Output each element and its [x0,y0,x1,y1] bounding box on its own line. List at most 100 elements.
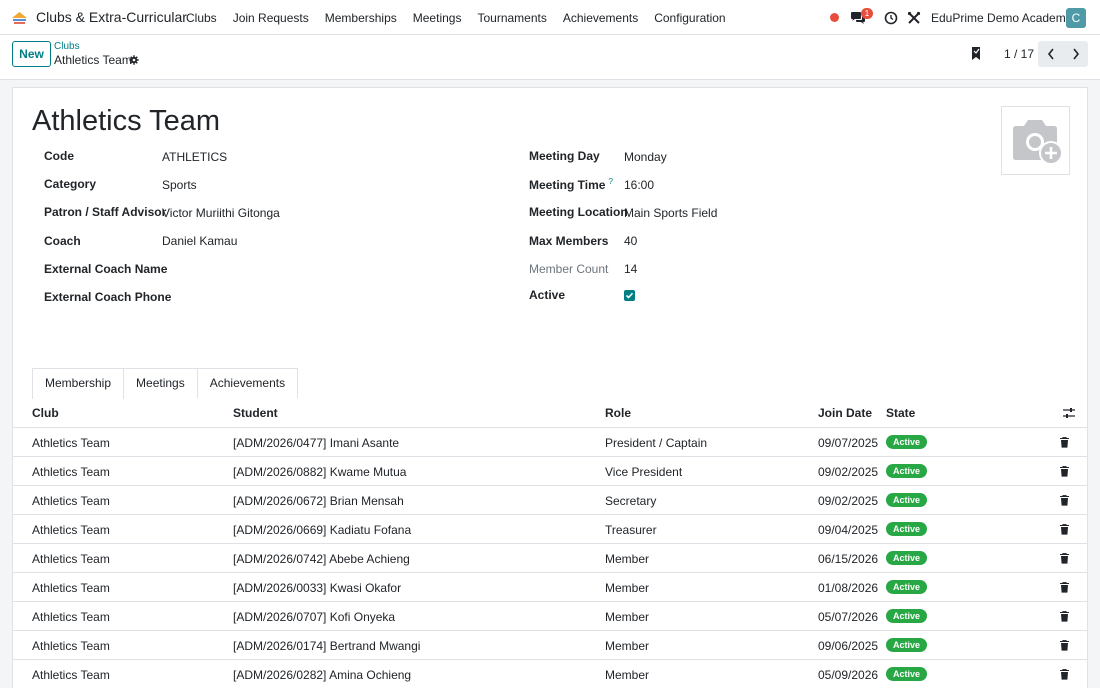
cell-club: Athletics Team [32,610,110,624]
menu-item-achievements[interactable]: Achievements [563,11,638,25]
field-label-member-count: Member Count [529,262,609,276]
field-value-category[interactable]: Sports [162,178,197,192]
cell-join-date: 09/04/2025 [818,523,879,537]
trash-icon[interactable] [1060,524,1069,535]
image-upload[interactable] [1001,106,1070,175]
field-value-meeting-day[interactable]: Monday [624,150,667,164]
cell-student: [ADM/2026/0742] Abebe Achieng [233,552,410,566]
field-value-meeting-location[interactable]: Main Sports Field [624,206,717,220]
form-sheet: Athletics Team Code ATHLETICS Category S… [12,87,1088,688]
table-row[interactable]: Athletics Team [ADM/2026/0033] Kwasi Okaf… [13,573,1087,602]
table-row[interactable]: Athletics Team [ADM/2026/0882] Kwame Mutu… [13,457,1087,486]
pager-buttons [1038,41,1088,67]
table-row[interactable]: Athletics Team [ADM/2026/0669] Kadiatu Fo… [13,515,1087,544]
trash-icon[interactable] [1060,640,1069,651]
column-header-state[interactable]: State [886,406,915,420]
trash-icon[interactable] [1060,553,1069,564]
tab-membership[interactable]: Membership [32,368,125,399]
cell-role: Vice President [605,465,683,479]
trash-icon[interactable] [1060,466,1069,477]
table-row[interactable]: Athletics Team [ADM/2026/0174] Bertrand M… [13,631,1087,660]
cell-club: Athletics Team [32,523,110,537]
trash-icon[interactable] [1060,495,1069,506]
breadcrumb-current: Athletics Team [54,53,132,67]
field-label-active: Active [529,288,566,302]
status-badge: Active [886,435,927,449]
record-title[interactable]: Athletics Team [32,105,220,138]
table-row[interactable]: Athletics Team [ADM/2026/0707] Kofi Onyek… [13,602,1087,631]
trash-icon[interactable] [1060,582,1069,593]
field-value-code[interactable]: ATHLETICS [162,150,227,164]
field-value-patron[interactable]: Victor Muriithi Gitonga [162,206,280,220]
recording-indicator-icon[interactable] [830,13,839,22]
cell-club: Athletics Team [32,552,110,566]
user-avatar[interactable]: C [1066,8,1086,28]
field-value-coach[interactable]: Daniel Kamau [162,234,237,248]
field-label-category: Category [44,177,97,191]
main-menu: Clubs Join Requests Memberships Meetings… [186,11,742,25]
new-button[interactable]: New [12,41,51,67]
menu-item-tournaments[interactable]: Tournaments [477,11,546,25]
cell-role: Member [605,552,650,566]
activity-clock-icon[interactable] [884,11,898,25]
field-value-meeting-time[interactable]: 16:00 [624,178,654,192]
cell-role: Member [605,668,650,682]
menu-item-meetings[interactable]: Meetings [413,11,462,25]
field-value-max-members[interactable]: 40 [624,234,637,248]
column-header-role[interactable]: Role [605,406,631,420]
field-label-external-coach-phone: External Coach Phone [44,290,172,304]
cell-club: Athletics Team [32,639,110,653]
camera-add-icon [1012,119,1063,165]
status-badge: Active [886,522,927,536]
menu-item-clubs[interactable]: Clubs [186,11,217,25]
chevron-left-icon [1047,48,1054,60]
trash-icon[interactable] [1060,669,1069,680]
breadcrumb-parent[interactable]: Clubs [54,41,80,52]
pager-value[interactable]: 1 / 17 [1004,47,1034,61]
cell-join-date: 09/02/2025 [818,465,879,479]
status-badge: Active [886,580,927,594]
company-switcher[interactable]: EduPrime Demo Academy [931,11,1072,25]
pager-previous-button[interactable] [1038,41,1063,67]
cell-join-date: 01/08/2026 [818,581,879,595]
app-name[interactable]: Clubs & Extra-Curricular [36,9,187,25]
gear-icon[interactable] [129,55,139,65]
chat-count-badge: 1 [861,8,873,19]
cell-join-date: 06/15/2026 [818,552,879,566]
column-header-join-date[interactable]: Join Date [818,406,872,420]
field-label-meeting-day: Meeting Day [529,149,600,163]
cell-student: [ADM/2026/0282] Amina Ochieng [233,668,412,682]
table-row[interactable]: Athletics Team [ADM/2026/0477] Imani Asan… [13,428,1087,457]
help-tooltip-icon[interactable]: ? [608,177,612,186]
cell-student: [ADM/2026/0477] Imani Asante [233,436,400,450]
column-header-club[interactable]: Club [32,406,59,420]
table-row[interactable]: Athletics Team [ADM/2026/0672] Brian Mens… [13,486,1087,515]
column-header-student[interactable]: Student [233,406,278,420]
menu-item-join-requests[interactable]: Join Requests [233,11,309,25]
trash-icon[interactable] [1060,437,1069,448]
tab-achievements[interactable]: Achievements [196,368,299,398]
status-badge: Active [886,667,927,681]
field-label-max-members: Max Members [529,234,609,248]
bookmark-icon[interactable] [971,47,981,60]
table-row[interactable]: Athletics Team [ADM/2026/0742] Abebe Achi… [13,544,1087,573]
column-settings-icon[interactable] [1063,407,1075,419]
cell-student: [ADM/2026/0669] Kadiatu Fofana [233,523,412,537]
active-checkbox[interactable] [624,290,635,301]
field-label-meeting-time: Meeting Time? [529,177,613,192]
debug-tools-icon[interactable] [907,11,921,25]
pager-next-button[interactable] [1063,41,1088,67]
cell-role: Secretary [605,494,657,508]
chevron-right-icon [1072,48,1079,60]
cell-join-date: 09/06/2025 [818,639,879,653]
meeting-time-label-text: Meeting Time [529,178,606,192]
menu-item-configuration[interactable]: Configuration [654,11,725,25]
status-badge: Active [886,493,927,507]
app-logo-icon[interactable] [11,11,28,24]
status-badge: Active [886,609,927,623]
menu-item-memberships[interactable]: Memberships [325,11,397,25]
checkmark-icon [625,292,634,299]
tab-meetings[interactable]: Meetings [123,368,198,398]
table-row[interactable]: Athletics Team [ADM/2026/0282] Amina Ochi… [13,660,1087,688]
trash-icon[interactable] [1060,611,1069,622]
